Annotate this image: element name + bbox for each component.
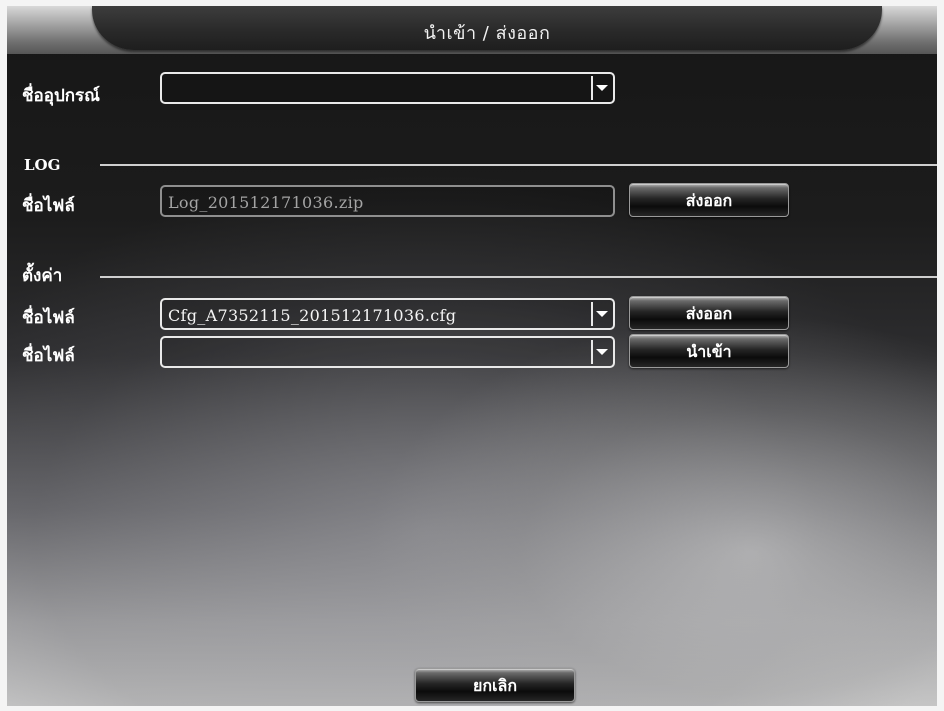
- log-file-label: ชื่อไฟล์: [22, 196, 75, 216]
- config-import-button[interactable]: นำเข้า: [629, 334, 789, 368]
- chevron-down-icon: [596, 85, 608, 91]
- chevron-down-icon: [596, 311, 608, 317]
- config-export-file-value: Cfg_A7352115_201512171036.cfg: [168, 306, 457, 325]
- window-title: นำเข้า / ส่งออก: [423, 23, 551, 44]
- dvr-screen: นำเข้า / ส่งออก ชื่ออุปกรณ์ LOG ชื่อไฟล์…: [7, 6, 937, 706]
- title-bar: นำเข้า / ส่งออก: [7, 6, 937, 54]
- log-file-value: Log_201512171036.zip: [168, 193, 364, 212]
- config-import-file-select[interactable]: [160, 336, 615, 368]
- config-section-divider: [100, 276, 937, 278]
- log-export-button[interactable]: ส่งออก: [629, 183, 789, 217]
- config-export-file-select[interactable]: Cfg_A7352115_201512171036.cfg: [160, 298, 615, 330]
- device-dropdown-button[interactable]: [591, 76, 611, 100]
- log-section-divider: [100, 164, 937, 166]
- title-tab: นำเข้า / ส่งออก: [92, 6, 882, 50]
- log-file-field: Log_201512171036.zip: [160, 185, 615, 217]
- config-import-dropdown-button[interactable]: [591, 340, 611, 364]
- config-import-file-label: ชื่อไฟล์: [22, 346, 75, 366]
- device-name-label: ชื่ออุปกรณ์: [22, 86, 100, 106]
- config-export-button[interactable]: ส่งออก: [629, 296, 789, 330]
- config-export-dropdown-button[interactable]: [591, 302, 611, 326]
- chevron-down-icon: [596, 349, 608, 355]
- config-export-file-label: ชื่อไฟล์: [22, 308, 75, 328]
- log-section-heading: LOG: [24, 156, 61, 174]
- device-name-select[interactable]: [160, 72, 615, 104]
- cancel-button[interactable]: ยกเลิก: [415, 668, 575, 702]
- config-section-heading: ตั้งค่า: [22, 266, 63, 286]
